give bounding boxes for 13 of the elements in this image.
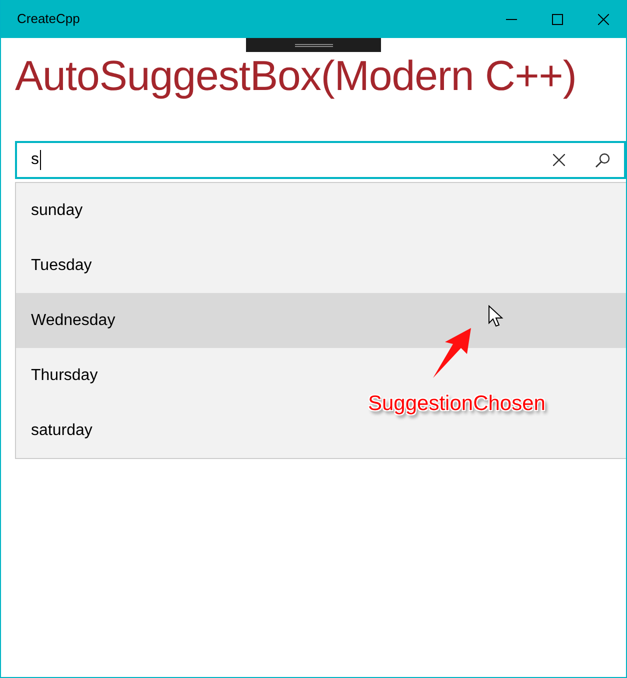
mouse-pointer-icon	[488, 305, 504, 329]
drag-handle[interactable]	[246, 38, 381, 52]
page-heading: AutoSuggestBox(Modern C++)	[15, 51, 578, 101]
search-field[interactable]: s	[15, 141, 626, 179]
search-text: s	[31, 150, 41, 170]
close-icon	[598, 14, 608, 24]
window-title: CreateCpp	[17, 10, 80, 28]
minimize-icon	[506, 18, 516, 20]
search-icon[interactable]	[595, 152, 610, 168]
suggestion-item[interactable]: Wednesday	[16, 293, 626, 348]
arrow-icon	[431, 326, 473, 380]
maximize-icon	[552, 14, 562, 24]
clear-icon[interactable]	[553, 154, 565, 166]
